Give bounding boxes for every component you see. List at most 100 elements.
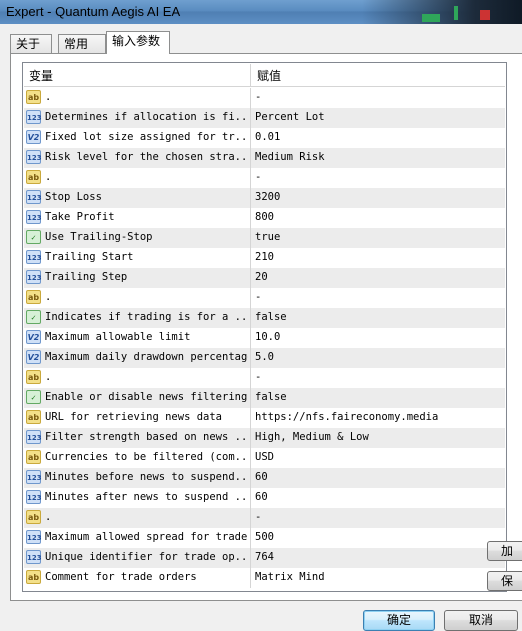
integer-type-icon: 123 xyxy=(26,110,42,124)
table-row[interactable]: 123 Maximum allowed spread for trades 500 xyxy=(24,528,505,548)
double-type-icon: V2 xyxy=(26,330,41,344)
parameter-value[interactable]: Medium Risk xyxy=(255,151,503,163)
table-row[interactable]: 123 Trailing Step 20 xyxy=(24,268,505,288)
parameter-name: URL for retrieving news data xyxy=(45,411,223,423)
table-row[interactable]: 123 Stop Loss 3200 xyxy=(24,188,505,208)
boolean-type-icon: ✓ xyxy=(26,310,41,324)
parameter-value[interactable]: true xyxy=(255,231,503,243)
parameter-name: Trailing Step xyxy=(45,271,128,283)
integer-type-icon: 123 xyxy=(26,430,42,444)
parameter-value[interactable]: 0.01 xyxy=(255,131,503,143)
table-row[interactable]: ab Currencies to be filtered (com... USD xyxy=(24,448,505,468)
parameter-value[interactable]: false xyxy=(255,311,503,323)
tab-input-parameters-label: 输入参数 xyxy=(112,34,161,48)
table-row[interactable]: ✓ Use Trailing-Stop true xyxy=(24,228,505,248)
parameter-value[interactable]: 3200 xyxy=(255,191,503,203)
parameter-name: Use Trailing-Stop xyxy=(45,231,153,243)
parameter-name: . xyxy=(45,171,52,183)
save-button[interactable]: 保 xyxy=(487,571,522,591)
string-type-icon: ab xyxy=(26,170,41,184)
tab-about[interactable]: 关于 xyxy=(10,34,52,53)
table-row[interactable]: 123 Determines if allocation is fi... Perc… xyxy=(24,108,505,128)
parameter-value[interactable]: Matrix Mind xyxy=(255,571,503,583)
string-type-icon: ab xyxy=(26,290,41,304)
string-type-icon: ab xyxy=(26,370,41,384)
parameter-value[interactable]: - xyxy=(255,371,503,383)
tab-common-label: 常用 xyxy=(64,37,89,51)
parameter-name: Currencies to be filtered (com... xyxy=(45,451,248,463)
table-row[interactable]: ✓ Enable or disable news filtering false xyxy=(24,388,505,408)
cancel-button[interactable]: 取消 xyxy=(444,610,518,631)
table-row[interactable]: 123 Minutes after news to suspend ... 60 xyxy=(24,488,505,508)
parameter-value[interactable]: High, Medium & Low xyxy=(255,431,503,443)
table-row[interactable]: V2 Fixed lot size assigned for tr... 0.01 xyxy=(24,128,505,148)
parameter-value[interactable]: 500 xyxy=(255,531,503,543)
column-header-variable[interactable]: 变量 xyxy=(29,67,53,84)
tab-common[interactable]: 常用 xyxy=(58,34,106,53)
parameter-name: Fixed lot size assigned for tr... xyxy=(45,131,248,143)
integer-type-icon: 123 xyxy=(26,210,42,224)
ok-button[interactable]: 确定 xyxy=(363,610,435,631)
parameter-name: . xyxy=(45,371,52,383)
load-button-label: 加 xyxy=(500,544,513,558)
parameter-value[interactable]: 800 xyxy=(255,211,503,223)
tab-input-parameters[interactable]: 输入参数 xyxy=(106,31,170,54)
table-row[interactable]: 123 Filter strength based on news ... High… xyxy=(24,428,505,448)
title-bar-background-image xyxy=(362,0,522,24)
parameter-name: Determines if allocation is fi... xyxy=(45,111,248,123)
table-row[interactable]: 123 Take Profit 800 xyxy=(24,208,505,228)
parameter-name: Filter strength based on news ... xyxy=(45,431,248,443)
parameter-value[interactable]: false xyxy=(255,391,503,403)
string-type-icon: ab xyxy=(26,90,41,104)
load-button[interactable]: 加 xyxy=(487,541,522,561)
table-row[interactable]: V2 Maximum daily drawdown percentage 5.0 xyxy=(24,348,505,368)
table-row[interactable]: ab. - xyxy=(24,288,505,308)
integer-type-icon: 123 xyxy=(26,530,42,544)
title-bar[interactable]: Expert - Quantum Aegis AI EA xyxy=(0,0,522,24)
parameter-name: . xyxy=(45,511,52,523)
integer-type-icon: 123 xyxy=(26,190,42,204)
parameter-value[interactable]: 764 xyxy=(255,551,503,563)
table-row[interactable]: ab. - xyxy=(24,88,505,108)
table-row[interactable]: V2 Maximum allowable limit 10.0 xyxy=(24,328,505,348)
double-type-icon: V2 xyxy=(26,350,41,364)
table-row[interactable]: ✓ Indicates if trading is for a ... false xyxy=(24,308,505,328)
parameter-name: Stop Loss xyxy=(45,191,102,203)
save-button-label: 保 xyxy=(500,574,513,588)
parameter-name: Maximum allowable limit xyxy=(45,331,191,343)
table-row[interactable]: ab. - xyxy=(24,368,505,388)
parameter-value[interactable]: - xyxy=(255,291,503,303)
table-row[interactable]: 123 Minutes before news to suspend... 60 xyxy=(24,468,505,488)
table-row[interactable]: ab. - xyxy=(24,168,505,188)
table-row[interactable]: 123 Risk level for the chosen stra... Medi… xyxy=(24,148,505,168)
parameter-value[interactable]: Percent Lot xyxy=(255,111,503,123)
parameter-value[interactable]: 60 xyxy=(255,491,503,503)
cancel-button-label: 取消 xyxy=(468,613,493,627)
parameter-value[interactable]: https://nfs.faireconomy.media xyxy=(255,411,503,423)
table-row[interactable]: ab URL for retrieving news data https://nf… xyxy=(24,408,505,428)
window-title: Expert - Quantum Aegis AI EA xyxy=(6,4,181,19)
integer-type-icon: 123 xyxy=(26,550,42,564)
parameter-value[interactable]: - xyxy=(255,91,503,103)
table-row[interactable]: 123 Unique identifier for trade op... 764 xyxy=(24,548,505,568)
parameter-name: Unique identifier for trade op... xyxy=(45,551,248,563)
parameter-value[interactable]: 60 xyxy=(255,471,503,483)
parameter-value[interactable]: 20 xyxy=(255,271,503,283)
integer-type-icon: 123 xyxy=(26,250,42,264)
parameter-name: Take Profit xyxy=(45,211,115,223)
parameter-name: Trailing Start xyxy=(45,251,134,263)
boolean-type-icon: ✓ xyxy=(26,390,41,404)
parameter-value[interactable]: 5.0 xyxy=(255,351,503,363)
table-row[interactable]: 123 Trailing Start 210 xyxy=(24,248,505,268)
table-row[interactable]: ab. - xyxy=(24,508,505,528)
parameter-value[interactable]: USD xyxy=(255,451,503,463)
parameter-value[interactable]: - xyxy=(255,511,503,523)
parameter-value[interactable]: - xyxy=(255,171,503,183)
parameter-name: Indicates if trading is for a ... xyxy=(45,311,248,323)
integer-type-icon: 123 xyxy=(26,470,42,484)
parameter-value[interactable]: 10.0 xyxy=(255,331,503,343)
table-row[interactable]: ab Comment for trade orders Matrix Mind xyxy=(24,568,505,588)
column-header-value[interactable]: 赋值 xyxy=(257,67,281,84)
integer-type-icon: 123 xyxy=(26,270,42,284)
parameter-value[interactable]: 210 xyxy=(255,251,503,263)
